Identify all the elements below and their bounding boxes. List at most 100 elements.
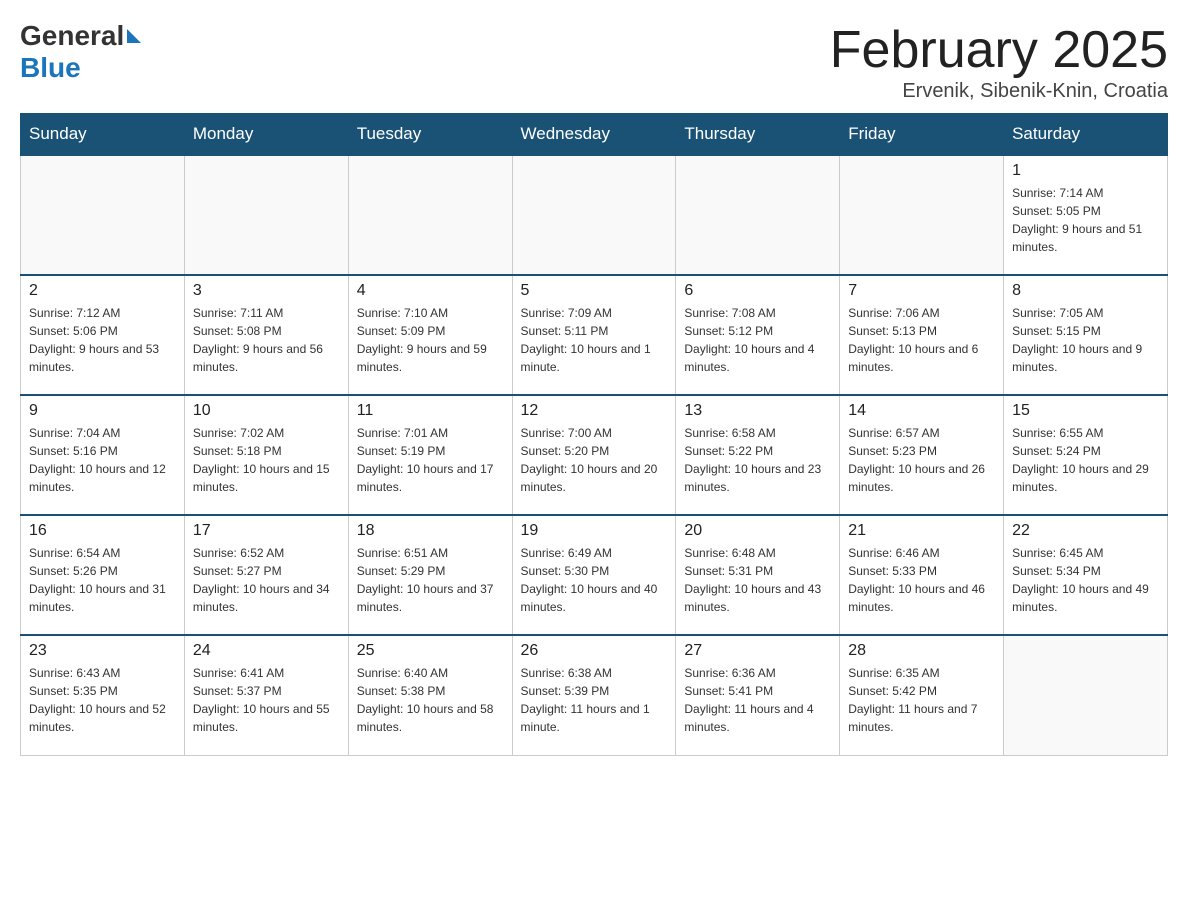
calendar-cell: 18Sunrise: 6:51 AM Sunset: 5:29 PM Dayli… — [348, 515, 512, 635]
location: Ervenik, Sibenik-Knin, Croatia — [830, 80, 1168, 103]
day-number: 1 — [1012, 162, 1159, 180]
day-number: 25 — [357, 642, 504, 660]
day-info: Sunrise: 7:14 AM Sunset: 5:05 PM Dayligh… — [1012, 184, 1159, 256]
day-number: 12 — [521, 402, 668, 420]
day-number: 21 — [848, 522, 995, 540]
calendar-cell: 19 Sunrise: 6:49 AM Sunset: 5:30 PM Dayli… — [512, 515, 676, 635]
header-friday: Friday — [840, 114, 1004, 156]
calendar-cell: 1 Sunrise: 7:14 AM Sunset: 5:05 PM Daylig… — [1004, 155, 1168, 275]
calendar-cell: 2 Sunrise: 7:12 AM Sunset: 5:06 PM Daylig… — [21, 275, 185, 395]
day-number: 28 — [848, 642, 995, 660]
day-number: 16 — [29, 522, 176, 540]
calendar-week-row: 16 Sunrise: 6:54 AM Sunset: 5:26 PM Dayli… — [21, 515, 1168, 635]
calendar-cell: 27 Sunrise: 6:36 AM Sunset: 5:41 PM Dayli… — [676, 635, 840, 755]
day-number: 14 — [848, 402, 995, 420]
header-saturday: Saturday — [1004, 114, 1168, 156]
day-number: 26 — [521, 642, 668, 660]
day-info: Sunrise: 6:48 AM Sunset: 5:31 PM Dayligh… — [684, 544, 831, 616]
day-number: 19 — [521, 522, 668, 540]
day-number: 9 — [29, 402, 176, 420]
day-number: 22 — [1012, 522, 1159, 540]
calendar-cell: 26 Sunrise: 6:38 AM Sunset: 5:39 PM Dayli… — [512, 635, 676, 755]
calendar-cell: 24Sunrise: 6:41 AM Sunset: 5:37 PM Dayli… — [184, 635, 348, 755]
day-number: 15 — [1012, 402, 1159, 420]
day-info: Sunrise: 7:12 AM Sunset: 5:06 PM Dayligh… — [29, 304, 176, 376]
day-number: 6 — [684, 282, 831, 300]
calendar-cell — [840, 155, 1004, 275]
day-info: Sunrise: 7:06 AM Sunset: 5:13 PM Dayligh… — [848, 304, 995, 376]
day-info: Sunrise: 6:51 AM Sunset: 5:29 PM Dayligh… — [357, 544, 504, 616]
day-info: Sunrise: 7:00 AM Sunset: 5:20 PM Dayligh… — [521, 424, 668, 496]
calendar-cell: 20 Sunrise: 6:48 AM Sunset: 5:31 PM Dayli… — [676, 515, 840, 635]
day-info: Sunrise: 6:41 AM Sunset: 5:37 PM Dayligh… — [193, 664, 340, 736]
header-tuesday: Tuesday — [348, 114, 512, 156]
header-thursday: Thursday — [676, 114, 840, 156]
calendar-cell: 13 Sunrise: 6:58 AM Sunset: 5:22 PM Dayli… — [676, 395, 840, 515]
day-number: 23 — [29, 642, 176, 660]
header-sunday: Sunday — [21, 114, 185, 156]
calendar-cell — [512, 155, 676, 275]
day-number: 5 — [521, 282, 668, 300]
day-number: 20 — [684, 522, 831, 540]
day-info: Sunrise: 6:45 AM Sunset: 5:34 PM Dayligh… — [1012, 544, 1159, 616]
calendar-cell: 23 Sunrise: 6:43 AM Sunset: 5:35 PM Dayli… — [21, 635, 185, 755]
day-number: 8 — [1012, 282, 1159, 300]
day-info: Sunrise: 7:11 AM Sunset: 5:08 PM Dayligh… — [193, 304, 340, 376]
day-info: Sunrise: 6:55 AM Sunset: 5:24 PM Dayligh… — [1012, 424, 1159, 496]
calendar-cell: 9 Sunrise: 7:04 AM Sunset: 5:16 PM Daylig… — [21, 395, 185, 515]
calendar-cell: 14 Sunrise: 6:57 AM Sunset: 5:23 PM Dayli… — [840, 395, 1004, 515]
day-info: Sunrise: 6:35 AM Sunset: 5:42 PM Dayligh… — [848, 664, 995, 736]
calendar-week-row: 1 Sunrise: 7:14 AM Sunset: 5:05 PM Daylig… — [21, 155, 1168, 275]
day-number: 13 — [684, 402, 831, 420]
calendar-cell: 21 Sunrise: 6:46 AM Sunset: 5:33 PM Dayli… — [840, 515, 1004, 635]
calendar-cell: 28 Sunrise: 6:35 AM Sunset: 5:42 PM Dayli… — [840, 635, 1004, 755]
day-info: Sunrise: 6:54 AM Sunset: 5:26 PM Dayligh… — [29, 544, 176, 616]
day-info: Sunrise: 6:52 AM Sunset: 5:27 PM Dayligh… — [193, 544, 340, 616]
calendar-cell — [348, 155, 512, 275]
header-monday: Monday — [184, 114, 348, 156]
calendar-cell: 5 Sunrise: 7:09 AM Sunset: 5:11 PM Daylig… — [512, 275, 676, 395]
calendar-header-row: Sunday Monday Tuesday Wednesday Thursday… — [21, 114, 1168, 156]
page-header: General Blue February 2025 Ervenik, Sibe… — [20, 20, 1168, 103]
calendar-cell: 6Sunrise: 7:08 AM Sunset: 5:12 PM Daylig… — [676, 275, 840, 395]
day-number: 7 — [848, 282, 995, 300]
day-info: Sunrise: 6:46 AM Sunset: 5:33 PM Dayligh… — [848, 544, 995, 616]
calendar-table: Sunday Monday Tuesday Wednesday Thursday… — [20, 113, 1168, 756]
day-info: Sunrise: 7:04 AM Sunset: 5:16 PM Dayligh… — [29, 424, 176, 496]
calendar-cell: 22 Sunrise: 6:45 AM Sunset: 5:34 PM Dayli… — [1004, 515, 1168, 635]
day-info: Sunrise: 6:43 AM Sunset: 5:35 PM Dayligh… — [29, 664, 176, 736]
calendar-cell — [1004, 635, 1168, 755]
calendar-week-row: 9 Sunrise: 7:04 AM Sunset: 5:16 PM Daylig… — [21, 395, 1168, 515]
calendar-cell: 4Sunrise: 7:10 AM Sunset: 5:09 PM Daylig… — [348, 275, 512, 395]
day-info: Sunrise: 6:40 AM Sunset: 5:38 PM Dayligh… — [357, 664, 504, 736]
day-number: 17 — [193, 522, 340, 540]
day-number: 11 — [357, 402, 504, 420]
calendar-week-row: 23 Sunrise: 6:43 AM Sunset: 5:35 PM Dayli… — [21, 635, 1168, 755]
day-info: Sunrise: 7:02 AM Sunset: 5:18 PM Dayligh… — [193, 424, 340, 496]
calendar-cell: 16 Sunrise: 6:54 AM Sunset: 5:26 PM Dayli… — [21, 515, 185, 635]
day-info: Sunrise: 6:38 AM Sunset: 5:39 PM Dayligh… — [521, 664, 668, 736]
calendar-cell: 8 Sunrise: 7:05 AM Sunset: 5:15 PM Daylig… — [1004, 275, 1168, 395]
day-number: 4 — [357, 282, 504, 300]
calendar-cell: 10Sunrise: 7:02 AM Sunset: 5:18 PM Dayli… — [184, 395, 348, 515]
calendar-cell: 25 Sunrise: 6:40 AM Sunset: 5:38 PM Dayli… — [348, 635, 512, 755]
calendar-cell: 17 Sunrise: 6:52 AM Sunset: 5:27 PM Dayli… — [184, 515, 348, 635]
day-info: Sunrise: 6:57 AM Sunset: 5:23 PM Dayligh… — [848, 424, 995, 496]
day-info: Sunrise: 7:05 AM Sunset: 5:15 PM Dayligh… — [1012, 304, 1159, 376]
day-info: Sunrise: 6:58 AM Sunset: 5:22 PM Dayligh… — [684, 424, 831, 496]
day-number: 3 — [193, 282, 340, 300]
day-info: Sunrise: 6:36 AM Sunset: 5:41 PM Dayligh… — [684, 664, 831, 736]
logo-general-label: General — [20, 20, 124, 52]
calendar-cell: 3 Sunrise: 7:11 AM Sunset: 5:08 PM Daylig… — [184, 275, 348, 395]
day-number: 27 — [684, 642, 831, 660]
day-number: 2 — [29, 282, 176, 300]
calendar-cell: 12 Sunrise: 7:00 AM Sunset: 5:20 PM Dayli… — [512, 395, 676, 515]
calendar-cell: 11Sunrise: 7:01 AM Sunset: 5:19 PM Dayli… — [348, 395, 512, 515]
calendar-cell: 7 Sunrise: 7:06 AM Sunset: 5:13 PM Daylig… — [840, 275, 1004, 395]
logo-general-text: General — [20, 20, 141, 52]
month-title: February 2025 — [830, 20, 1168, 80]
day-info: Sunrise: 6:49 AM Sunset: 5:30 PM Dayligh… — [521, 544, 668, 616]
day-info: Sunrise: 7:09 AM Sunset: 5:11 PM Dayligh… — [521, 304, 668, 376]
title-area: February 2025 Ervenik, Sibenik-Knin, Cro… — [830, 20, 1168, 103]
logo-blue-text: Blue — [20, 52, 81, 84]
